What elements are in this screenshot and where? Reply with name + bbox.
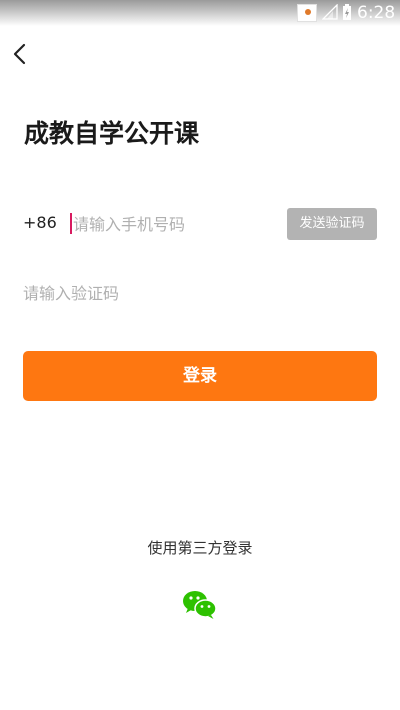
signal-icon <box>322 4 338 20</box>
login-screen: 6:28 成教自学公开课 +86 发送验证码 登录 使用第三方登录 <box>0 0 400 710</box>
chevron-left-icon <box>13 43 26 65</box>
country-code[interactable]: +86 <box>23 212 57 234</box>
third-party-login-label: 使用第三方登录 <box>147 539 253 557</box>
battery-charging-icon <box>343 4 351 20</box>
send-code-button[interactable]: 发送验证码 <box>287 208 377 240</box>
login-button[interactable]: 登录 <box>23 351 377 401</box>
notification-icon <box>297 4 317 22</box>
wechat-icon <box>183 591 217 619</box>
status-time: 6:28 <box>357 3 396 23</box>
status-bar: 6:28 <box>0 0 400 26</box>
phone-number-input[interactable] <box>73 210 273 238</box>
verification-code-input[interactable] <box>23 279 323 307</box>
text-caret <box>70 213 72 234</box>
wechat-login-button[interactable] <box>182 590 218 620</box>
page-title: 成教自学公开课 <box>24 119 200 148</box>
back-button[interactable] <box>8 40 34 68</box>
